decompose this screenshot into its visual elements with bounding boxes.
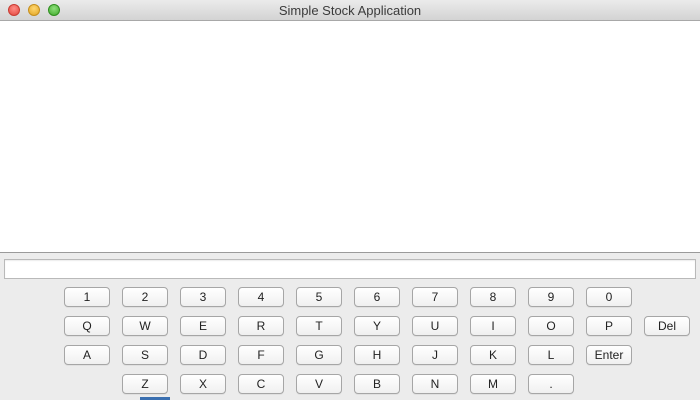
key-o[interactable]: O [528, 316, 574, 336]
key-g[interactable]: G [296, 345, 342, 365]
key-5[interactable]: 5 [296, 287, 342, 307]
key-s[interactable]: S [122, 345, 168, 365]
window-title: Simple Stock Application [278, 3, 422, 18]
key-9[interactable]: 9 [528, 287, 574, 307]
key-v[interactable]: V [296, 374, 342, 394]
key-m[interactable]: M [470, 374, 516, 394]
key-z[interactable]: Z [122, 374, 168, 394]
key-r[interactable]: R [238, 316, 284, 336]
key-w[interactable]: W [122, 316, 168, 336]
key-p[interactable]: P [586, 316, 632, 336]
key-4[interactable]: 4 [238, 287, 284, 307]
key-j[interactable]: J [412, 345, 458, 365]
key-c[interactable]: C [238, 374, 284, 394]
key-t[interactable]: T [296, 316, 342, 336]
key-i[interactable]: I [470, 316, 516, 336]
key-7[interactable]: 7 [412, 287, 458, 307]
key-f[interactable]: F [238, 345, 284, 365]
key-d[interactable]: D [180, 345, 226, 365]
key-0[interactable]: 0 [586, 287, 632, 307]
key-3[interactable]: 3 [180, 287, 226, 307]
key-8[interactable]: 8 [470, 287, 516, 307]
key-k[interactable]: K [470, 345, 516, 365]
key-b[interactable]: B [354, 374, 400, 394]
key-l[interactable]: L [528, 345, 574, 365]
key-x[interactable]: X [180, 374, 226, 394]
output-text-area[interactable] [0, 21, 700, 253]
key-a[interactable]: A [64, 345, 110, 365]
key-h[interactable]: H [354, 345, 400, 365]
window-titlebar: Simple Stock Application [0, 0, 700, 21]
key-n[interactable]: N [412, 374, 458, 394]
enter-key[interactable]: Enter [586, 345, 632, 365]
key-2[interactable]: 2 [122, 287, 168, 307]
key-q[interactable]: Q [64, 316, 110, 336]
key-u[interactable]: U [412, 316, 458, 336]
key-e[interactable]: E [180, 316, 226, 336]
key-1[interactable]: 1 [64, 287, 110, 307]
key-6[interactable]: 6 [354, 287, 400, 307]
delete-key[interactable]: Del [644, 316, 690, 336]
key-y[interactable]: Y [354, 316, 400, 336]
command-input[interactable] [4, 259, 696, 279]
key-period[interactable]: . [528, 374, 574, 394]
